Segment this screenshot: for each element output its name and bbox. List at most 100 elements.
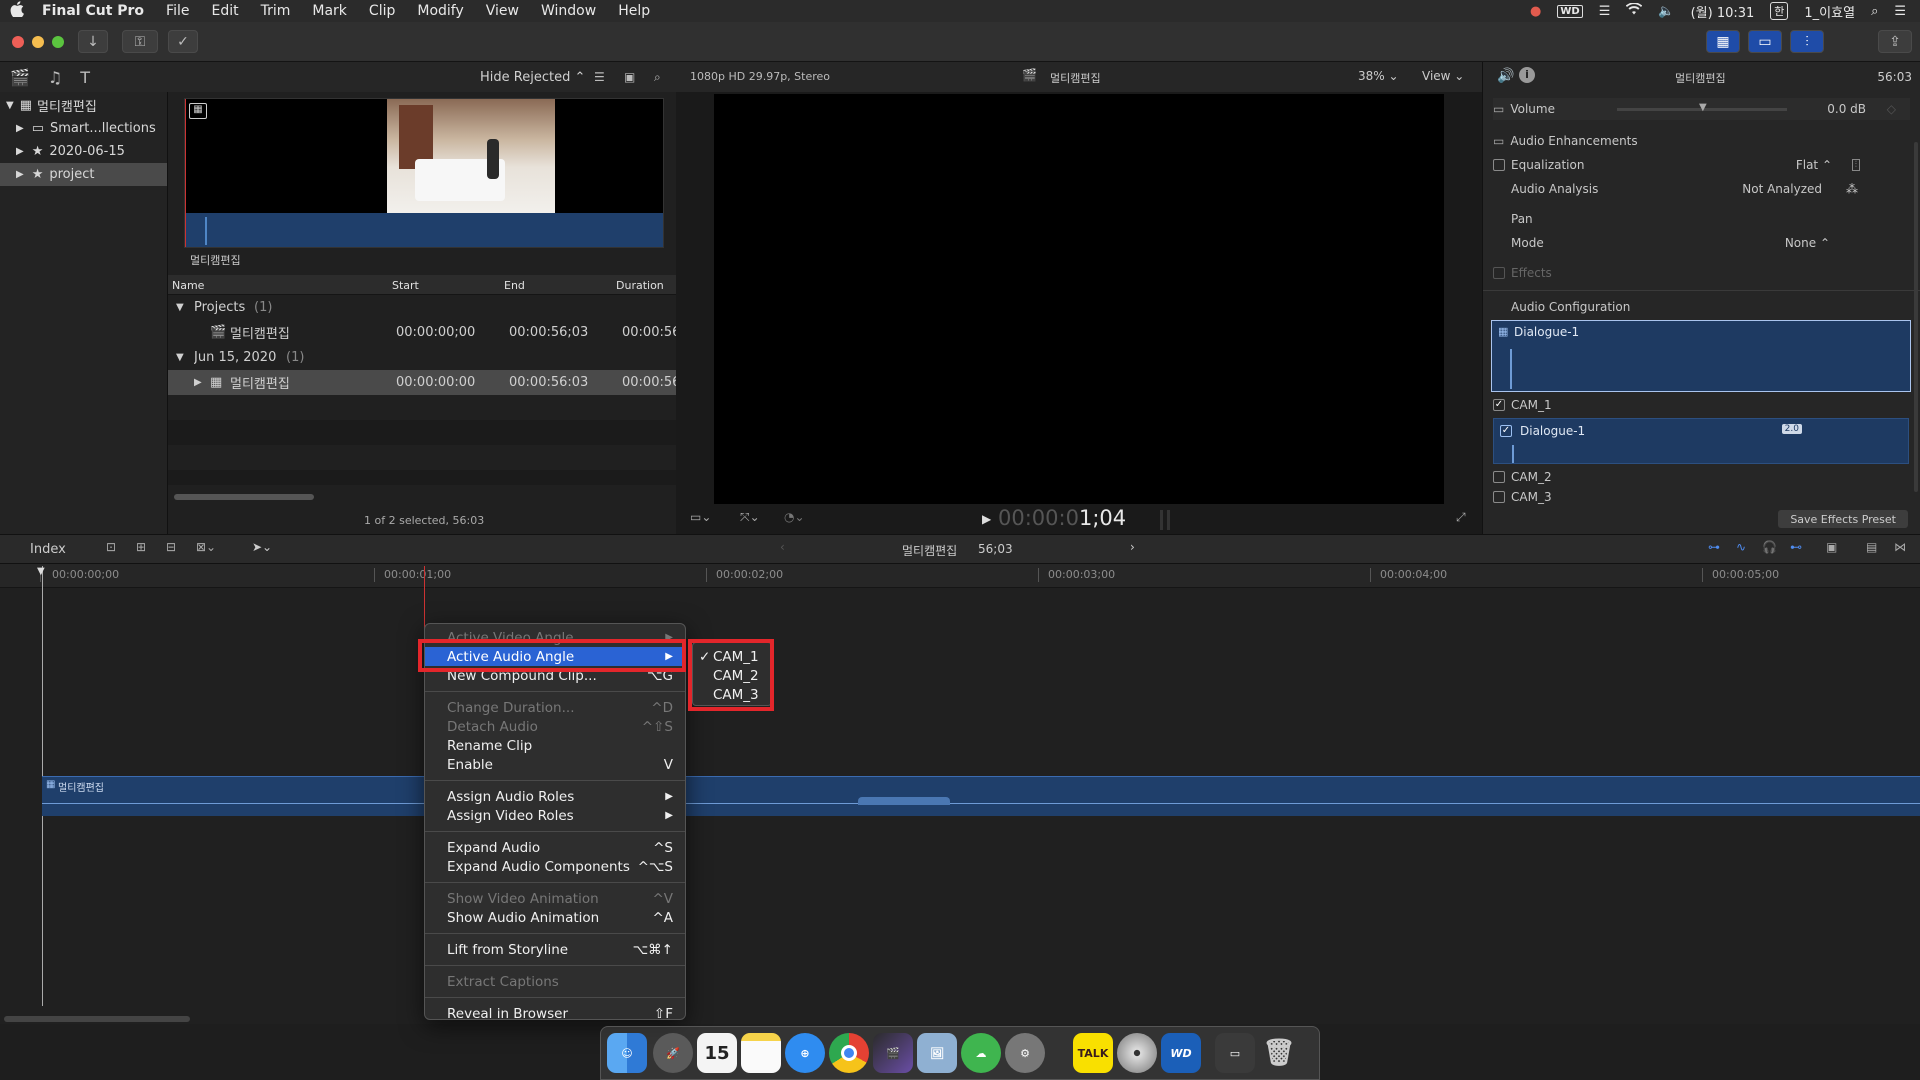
volume-value[interactable]: 0.0 dB — [1827, 102, 1866, 116]
notification-badge-icon[interactable]: ● — [1530, 4, 1541, 19]
titles-generators-icon[interactable]: T — [80, 68, 90, 87]
menu-trim[interactable]: Trim — [261, 3, 291, 19]
list-item-project-clip[interactable]: 🎬 멀티캠편집 00:00:00;00 00:00:56;03 00:00:56 — [168, 320, 676, 345]
dialogue-sub-box[interactable]: ✓ Dialogue-1 2.0 — [1493, 418, 1909, 464]
menu-window[interactable]: Window — [541, 3, 596, 19]
menu-item-enable[interactable]: Enable V — [425, 755, 685, 774]
trash-icon[interactable]: 🗑 — [1259, 1033, 1299, 1073]
user-name[interactable]: 1_이효열 — [1804, 2, 1855, 21]
chrome-icon[interactable] — [829, 1033, 869, 1073]
library-root[interactable]: ▼ ▦ 멀티캠편집 — [0, 94, 167, 117]
list-group-projects[interactable]: ▼ Projects (1) — [168, 295, 676, 320]
wd-discovery-icon[interactable]: WD — [1161, 1033, 1201, 1073]
cam3-checkbox[interactable] — [1493, 491, 1505, 503]
spotlight-search-icon[interactable]: ⌕ — [1871, 4, 1878, 19]
photos-audio-icon[interactable]: ♫ — [48, 68, 62, 87]
menu-item-reveal-in-browser[interactable]: Reveal in Browser ⇧F — [425, 1004, 685, 1023]
list-group-date[interactable]: ▼ Jun 15, 2020 (1) — [168, 345, 676, 370]
timeline-ruler[interactable]: 00:00:00;00 00:00:01;00 00:00:02;00 00:0… — [0, 564, 1920, 588]
menu-clip[interactable]: Clip — [369, 3, 395, 19]
column-start[interactable]: Start — [392, 275, 419, 295]
column-name[interactable]: Name — [172, 275, 204, 295]
zoom-level-menu[interactable]: 38% ⌄ — [1358, 69, 1399, 83]
downloads-stack-icon[interactable]: ▭ — [1215, 1033, 1255, 1073]
menu-view[interactable]: View — [486, 3, 519, 19]
volume-icon[interactable]: 🔈 — [1658, 4, 1674, 19]
keywords-button[interactable]: ⚿ — [122, 30, 158, 53]
keyframe-icon[interactable]: ◇ — [1887, 102, 1896, 116]
libraries-icon[interactable]: 🎬 — [10, 68, 30, 87]
skimming-icon[interactable]: ⊶ — [1708, 540, 1720, 554]
play-button[interactable]: ▶ — [982, 512, 991, 526]
filmstrip-icon[interactable]: ▣ — [624, 70, 635, 84]
column-end[interactable]: End — [504, 275, 525, 295]
preview-icon[interactable]: 🖼 — [917, 1033, 957, 1073]
menu-file[interactable]: File — [166, 3, 189, 19]
playhead-handle-icon[interactable]: ▼ — [37, 566, 45, 577]
menu-item-expand-audio[interactable]: Expand Audio ^S — [425, 838, 685, 857]
column-duration[interactable]: Duration — [616, 275, 664, 295]
menu-item-assign-audio-roles[interactable]: Assign Audio Roles ▶ — [425, 787, 685, 806]
finder-sync-icon[interactable]: ☰ — [1599, 4, 1611, 19]
volume-slider[interactable]: ▼ — [1617, 102, 1787, 113]
cloud-sync-icon[interactable]: ☁ — [961, 1033, 1001, 1073]
wd-drive-icon[interactable]: WD — [1557, 4, 1583, 18]
append-clip-icon[interactable]: ⊟ — [166, 540, 176, 554]
fullscreen-icon[interactable]: ⤢ — [1456, 510, 1466, 525]
app-name-menu[interactable]: Final Cut Pro — [42, 3, 144, 19]
timeline-scrollbar[interactable] — [4, 1016, 190, 1022]
effects-checkbox[interactable] — [1493, 267, 1505, 279]
timeline-index-button[interactable]: Index — [30, 542, 66, 557]
menu-mark[interactable]: Mark — [312, 3, 347, 19]
calendar-icon[interactable]: 15 — [697, 1033, 737, 1073]
close-window-button[interactable] — [12, 36, 24, 48]
menu-item-assign-video-roles[interactable]: Assign Video Roles ▶ — [425, 806, 685, 825]
info-inspector-tab-icon[interactable]: i — [1519, 67, 1535, 83]
transform-menu[interactable]: ⤧⌄ — [740, 510, 760, 525]
dvd-player-icon[interactable] — [1117, 1033, 1157, 1073]
wifi-icon[interactable] — [1626, 2, 1643, 19]
disclosure-closed-icon[interactable]: ▶ — [16, 169, 24, 180]
notes-icon[interactable] — [741, 1033, 781, 1073]
zoom-window-button[interactable] — [52, 36, 64, 48]
menu-item-lift-from-storyline[interactable]: Lift from Storyline ⌥⌘↑ — [425, 940, 685, 959]
select-tool-icon[interactable]: ➤⌄ — [252, 540, 272, 554]
insert-clip-icon[interactable]: ⊞ — [136, 540, 146, 554]
eq-controls-icon[interactable]: ⫶ — [1851, 159, 1860, 171]
inspector-scrollbar[interactable] — [1914, 142, 1918, 492]
timecode-display[interactable]: 00:00:01;04 — [998, 506, 1126, 530]
audio-skimming-icon[interactable]: ∿ — [1736, 540, 1746, 554]
menu-item-expand-audio-components[interactable]: Expand Audio Components ^⌥S — [425, 857, 685, 876]
library-item-smart-collections[interactable]: ▶ ▭ Smart...llections — [0, 117, 167, 140]
disclosure-open-icon[interactable]: ▼ — [6, 100, 14, 111]
video-canvas[interactable] — [714, 94, 1444, 504]
list-item-multicam-clip[interactable]: ▶ ▦ 멀티캠편집 00:00:00:00 00:00:56:03 00:00:… — [168, 370, 676, 395]
group-disclosure-icon[interactable]: ▼ — [176, 345, 184, 370]
horizontal-scrollbar[interactable] — [174, 494, 314, 500]
menu-edit[interactable]: Edit — [211, 3, 238, 19]
speed-menu[interactable]: ◔⌄ — [784, 510, 805, 524]
safari-icon[interactable]: ⊕ — [785, 1033, 825, 1073]
pan-mode-dropdown[interactable]: None ⌃ — [1785, 236, 1830, 250]
equalization-checkbox[interactable] — [1493, 159, 1505, 171]
show-timeline-toggle[interactable]: ▭ — [1748, 30, 1782, 53]
kakaotalk-icon[interactable]: TALK — [1073, 1033, 1113, 1073]
clip-appearance-icon[interactable]: ▣ — [1826, 540, 1837, 554]
save-effects-preset-button[interactable]: Save Effects Preset — [1778, 510, 1908, 528]
audio-enhancements-header[interactable]: ▭ Audio Enhancements — [1493, 130, 1910, 152]
slider-knob-icon[interactable]: ▼ — [1699, 102, 1707, 113]
view-menu[interactable]: View ⌄ — [1422, 69, 1464, 83]
apple-menu-icon[interactable] — [10, 1, 24, 21]
cam1-checkbox[interactable]: ✓ — [1493, 399, 1505, 411]
dialogue-main-box[interactable]: ▦ Dialogue-1 — [1491, 320, 1911, 392]
import-button[interactable]: ↓ — [78, 30, 108, 53]
transitions-browser-icon[interactable]: ⋈ — [1894, 540, 1906, 554]
overwrite-clip-icon[interactable]: ⊠⌄ — [196, 540, 216, 554]
equalization-dropdown[interactable]: Flat ⌃ — [1796, 158, 1832, 172]
minimize-window-button[interactable] — [32, 36, 44, 48]
connect-clip-icon[interactable]: ⊡ — [106, 540, 116, 554]
menu-help[interactable]: Help — [618, 3, 650, 19]
clock[interactable]: (월) 10:31 — [1691, 2, 1755, 21]
disclosure-closed-icon[interactable]: ▶ — [16, 146, 24, 157]
library-item-project[interactable]: ▶ ★ project — [0, 163, 167, 186]
